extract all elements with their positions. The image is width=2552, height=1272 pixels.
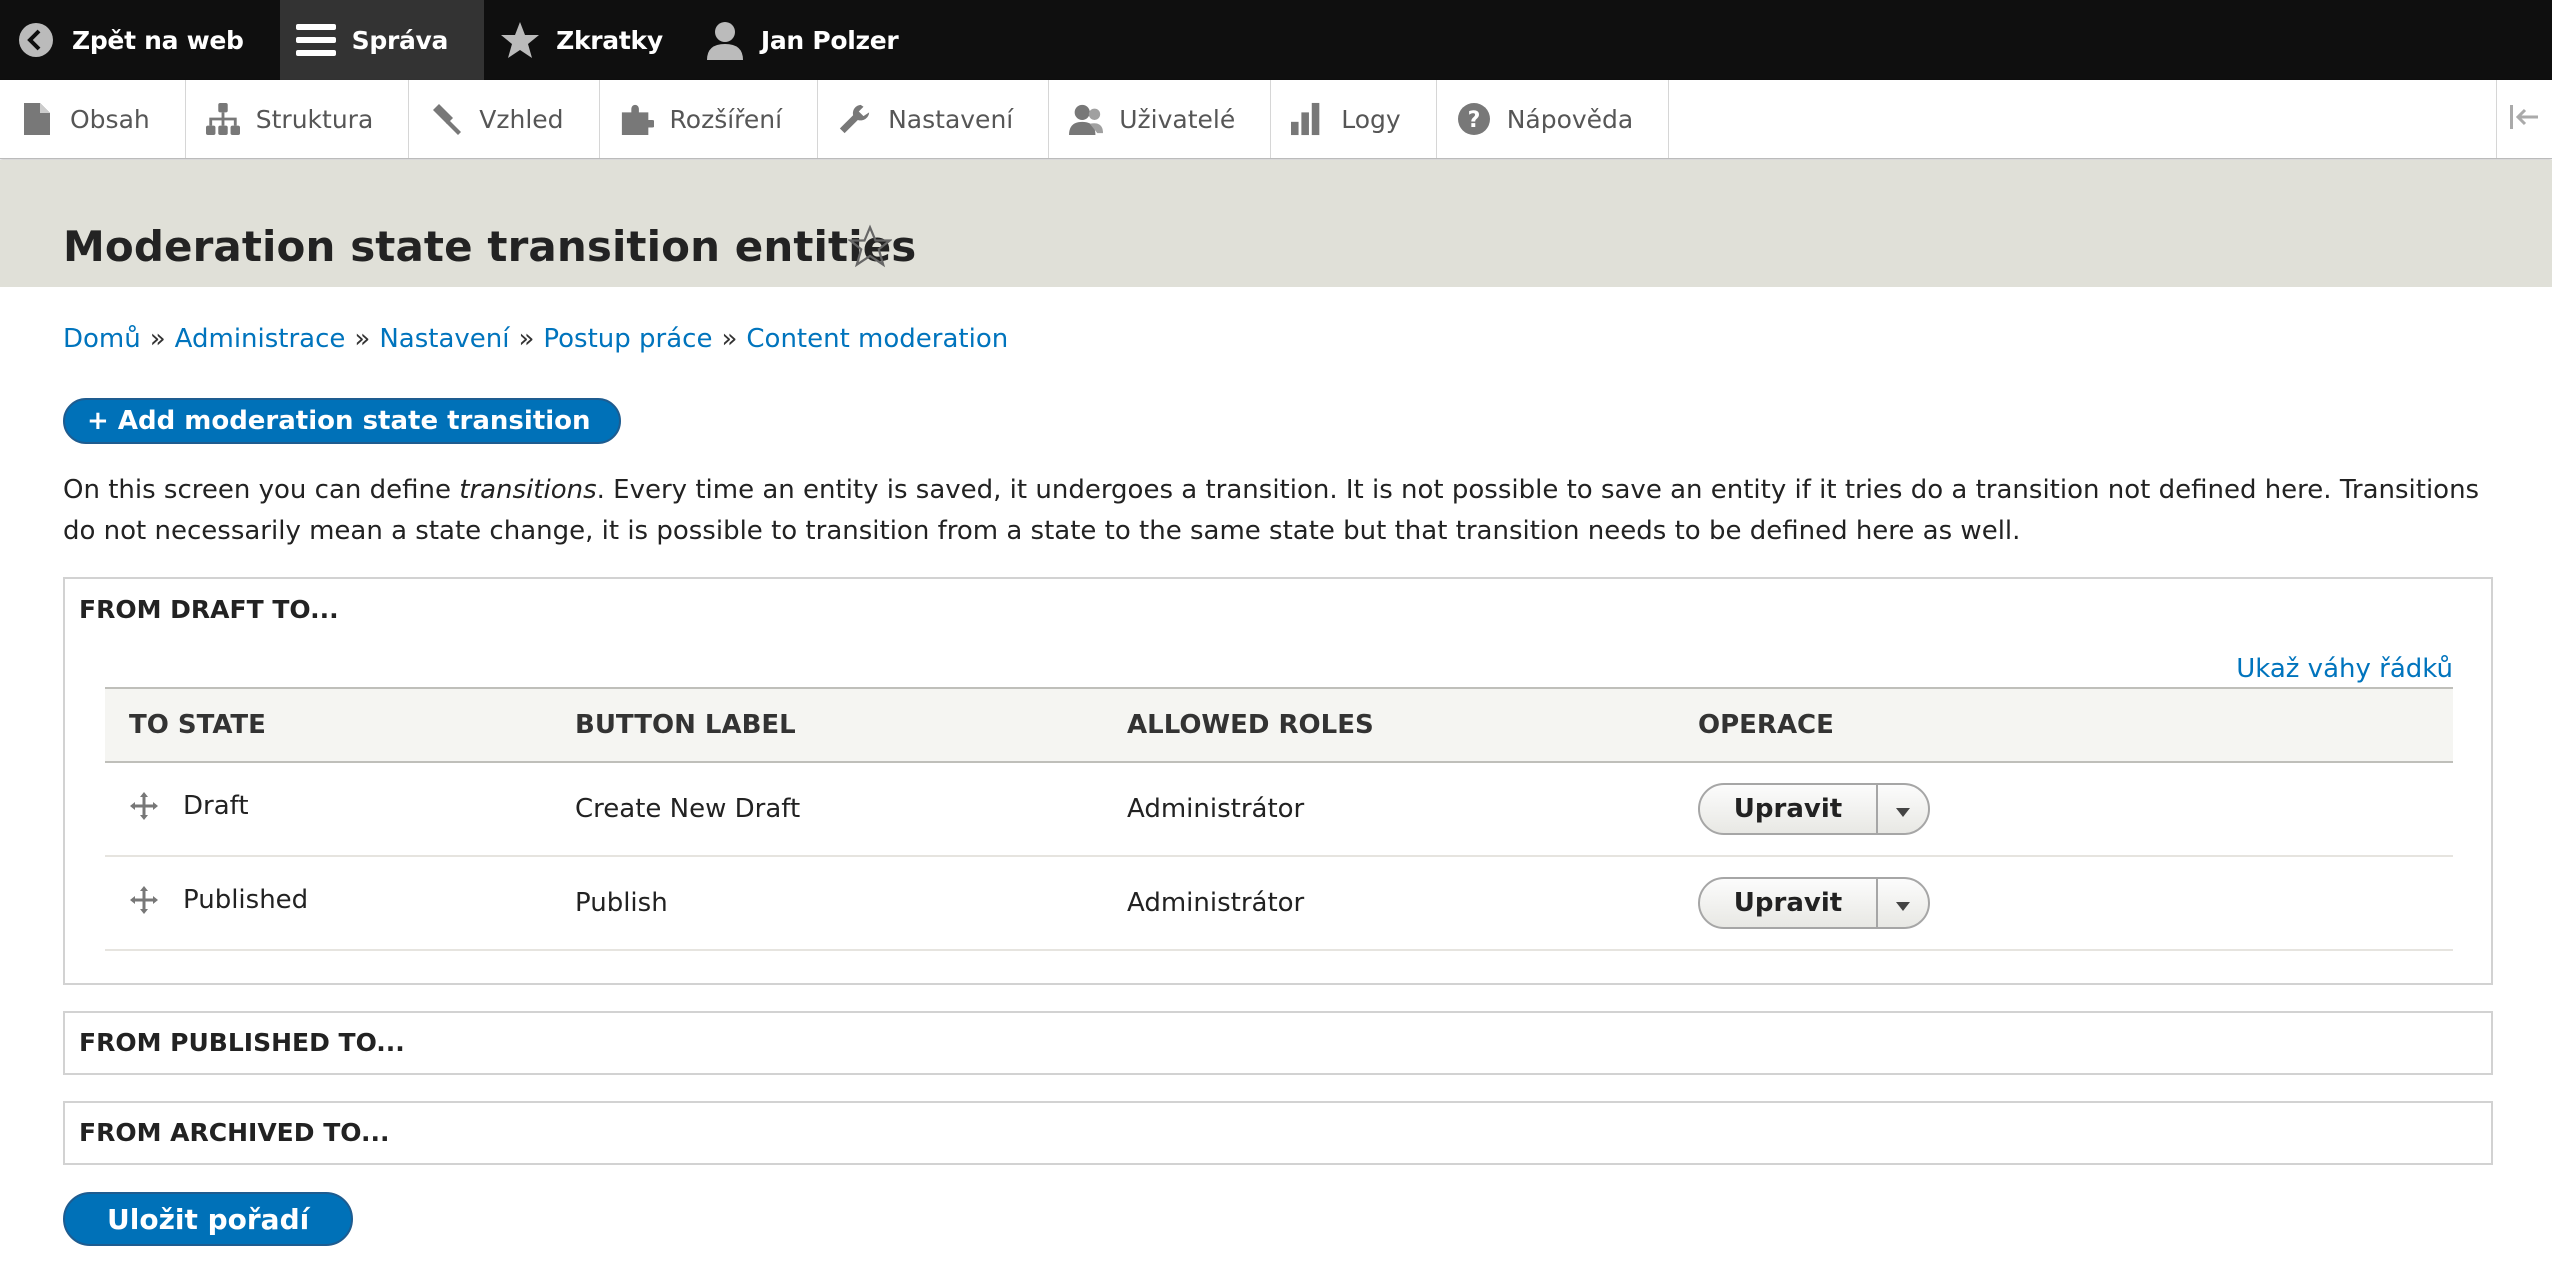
tray-item-label: Uživatelé bbox=[1119, 104, 1236, 134]
sitemap-icon bbox=[205, 102, 240, 136]
page-header: Moderation state transition entities bbox=[0, 160, 2552, 287]
edit-button[interactable]: Upravit bbox=[1700, 785, 1878, 833]
show-row-weights-link[interactable]: Ukaž váhy řádků bbox=[2236, 654, 2453, 684]
puzzle-icon bbox=[620, 102, 654, 136]
save-order-button[interactable]: Uložit pořadí bbox=[63, 1192, 354, 1246]
collapse-sidebar-icon bbox=[2509, 105, 2540, 133]
row-button-label: Create New Draft bbox=[575, 794, 801, 824]
caret-down-icon bbox=[1896, 888, 1910, 918]
user-icon bbox=[705, 20, 745, 60]
table-row: Draft Create New Draft Administrátor Upr… bbox=[105, 763, 2453, 857]
caret-down-icon bbox=[1896, 794, 1910, 824]
user-label: Jan Polzer bbox=[760, 25, 899, 55]
breadcrumb-configuration[interactable]: Nastavení bbox=[379, 324, 509, 354]
breadcrumb-content-moderation[interactable]: Content moderation bbox=[746, 324, 1008, 354]
fieldset-legend: FROM DRAFT TO... bbox=[79, 595, 339, 624]
tray-item-label: Nápověda bbox=[1506, 104, 1634, 134]
paintbrush-icon bbox=[429, 102, 463, 136]
bar-chart-icon bbox=[1291, 102, 1325, 136]
fieldset-legend: FROM ARCHIVED TO... bbox=[79, 1118, 390, 1147]
drag-handle-icon[interactable] bbox=[129, 791, 159, 821]
description-emphasis: transitions bbox=[459, 475, 597, 505]
page-description: On this screen you can define transition… bbox=[63, 470, 2493, 552]
breadcrumb-separator: » bbox=[354, 324, 371, 354]
shortcuts-tab[interactable]: Zkratky bbox=[484, 0, 689, 80]
manage-tab[interactable]: Správa bbox=[279, 0, 485, 80]
tray-orientation-toggle[interactable] bbox=[2496, 80, 2552, 158]
tray-item-structure[interactable]: Struktura bbox=[186, 80, 410, 158]
back-to-site-label: Zpět na web bbox=[72, 25, 244, 55]
tray-item-extend[interactable]: Rozšíření bbox=[600, 80, 819, 158]
column-header-button-label: BUTTON LABEL bbox=[575, 710, 796, 740]
shortcuts-label: Zkratky bbox=[556, 25, 663, 55]
wrench-icon bbox=[838, 102, 872, 136]
page-title: Moderation state transition entities bbox=[63, 222, 917, 271]
file-icon bbox=[20, 102, 54, 136]
manage-label: Správa bbox=[351, 25, 449, 55]
tray-item-reports[interactable]: Logy bbox=[1271, 80, 1437, 158]
column-header-to-state: TO STATE bbox=[129, 710, 266, 740]
dropbutton-toggle[interactable] bbox=[1878, 879, 1928, 927]
fieldset-from-published[interactable]: FROM PUBLISHED TO... bbox=[63, 1011, 2493, 1075]
tray-item-content[interactable]: Obsah bbox=[0, 80, 186, 158]
row-allowed-roles: Administrátor bbox=[1127, 794, 1305, 824]
tray-item-label: Struktura bbox=[255, 104, 374, 134]
row-to-state: Published bbox=[183, 885, 309, 915]
fieldset-legend: FROM PUBLISHED TO... bbox=[79, 1028, 405, 1057]
dropbutton-toggle[interactable] bbox=[1878, 785, 1928, 833]
back-arrow-icon bbox=[16, 20, 56, 60]
drag-handle-icon[interactable] bbox=[129, 885, 159, 915]
breadcrumb-workflow[interactable]: Postup práce bbox=[543, 324, 712, 354]
operations-dropbutton: Upravit bbox=[1698, 783, 1930, 835]
description-text: On this screen you can define bbox=[63, 475, 460, 505]
people-icon bbox=[1069, 102, 1104, 136]
hamburger-icon bbox=[295, 20, 336, 60]
tray-item-configuration[interactable]: Nastavení bbox=[818, 80, 1050, 158]
breadcrumb-separator: » bbox=[518, 324, 535, 354]
user-tab[interactable]: Jan Polzer bbox=[689, 0, 925, 80]
tray-item-people[interactable]: Uživatelé bbox=[1049, 80, 1272, 158]
breadcrumb-administration[interactable]: Administrace bbox=[175, 324, 346, 354]
tray-item-label: Obsah bbox=[70, 104, 150, 134]
operations-dropbutton: Upravit bbox=[1698, 877, 1930, 929]
tray-item-label: Rozšíření bbox=[669, 104, 783, 134]
tray-item-label: Logy bbox=[1341, 104, 1401, 134]
row-allowed-roles: Administrátor bbox=[1127, 888, 1305, 918]
add-shortcut-star-icon[interactable] bbox=[847, 224, 893, 268]
tray-item-help[interactable]: ? Nápověda bbox=[1437, 80, 1670, 158]
row-to-state: Draft bbox=[183, 791, 249, 821]
transitions-table: TO STATE BUTTON LABEL ALLOWED ROLES OPER… bbox=[105, 687, 2453, 951]
table-row: Published Publish Administrátor Upravit bbox=[105, 857, 2453, 951]
svg-text:?: ? bbox=[1467, 108, 1480, 133]
tray-item-label: Nastavení bbox=[888, 104, 1014, 134]
fieldset-from-draft: FROM DRAFT TO... Ukaž váhy řádků TO STAT… bbox=[63, 577, 2493, 985]
tray-item-label: Vzhled bbox=[479, 104, 564, 134]
admin-menu-tray: Obsah Struktura Vzhled Rozšíření Nastave… bbox=[0, 80, 2552, 159]
add-transition-button[interactable]: + Add moderation state transition bbox=[63, 398, 621, 444]
breadcrumb: Domů » Administrace » Nastavení » Postup práce… bbox=[63, 324, 1008, 354]
edit-button[interactable]: Upravit bbox=[1700, 879, 1878, 927]
tray-item-appearance[interactable]: Vzhled bbox=[409, 80, 600, 158]
column-header-allowed-roles: ALLOWED ROLES bbox=[1127, 710, 1374, 740]
admin-toolbar: Zpět na web Správa Zkratky Jan Polzer bbox=[0, 0, 2552, 80]
table-header: TO STATE BUTTON LABEL ALLOWED ROLES OPER… bbox=[105, 687, 2453, 763]
help-icon: ? bbox=[1457, 102, 1491, 136]
star-icon bbox=[500, 20, 540, 60]
column-header-operations: OPERACE bbox=[1698, 710, 1834, 740]
row-button-label: Publish bbox=[575, 888, 668, 918]
breadcrumb-separator: » bbox=[149, 324, 166, 354]
breadcrumb-separator: » bbox=[721, 324, 738, 354]
fieldset-from-archived[interactable]: FROM ARCHIVED TO... bbox=[63, 1101, 2493, 1165]
back-to-site-link[interactable]: Zpět na web bbox=[0, 0, 270, 80]
breadcrumb-home[interactable]: Domů bbox=[63, 324, 141, 354]
